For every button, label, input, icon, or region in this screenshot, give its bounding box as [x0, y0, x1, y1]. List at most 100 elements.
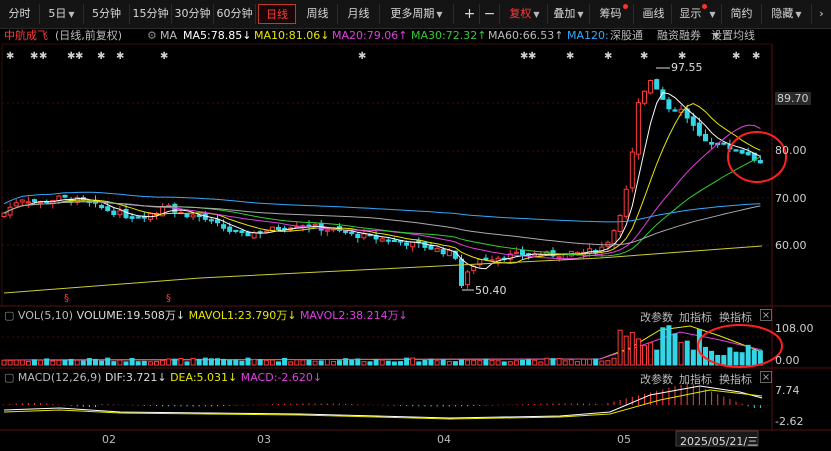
x-tick-apr: 04	[437, 433, 451, 446]
volume-bar	[739, 352, 745, 366]
volume-bar	[452, 361, 458, 366]
dividend-marker-icon: §	[166, 293, 171, 304]
volume-bar	[733, 351, 739, 366]
volume-bar	[757, 350, 763, 366]
candle-body	[184, 213, 190, 218]
candle-body	[733, 149, 739, 152]
candle-body	[434, 247, 440, 252]
volume-bar	[550, 358, 556, 366]
volume-bar	[330, 360, 336, 366]
volume-bar	[507, 361, 513, 366]
volume-bar	[86, 358, 92, 366]
volume-bar	[93, 358, 98, 366]
volume-bar	[111, 361, 117, 366]
volume-bar	[263, 359, 269, 366]
event-marker-icon: ✱	[566, 51, 574, 62]
candle-body	[1, 212, 7, 218]
volume-bar	[416, 361, 422, 366]
volume-bar	[300, 359, 306, 366]
candles-group	[1, 78, 763, 289]
candle-body	[385, 239, 391, 242]
macd-edit-params[interactable]: 改参数	[640, 371, 673, 387]
volume-bar	[526, 359, 532, 366]
volume-bar	[544, 357, 550, 366]
event-marker-icon: ✱	[39, 51, 47, 62]
candle-body	[556, 256, 562, 259]
close-icon[interactable]: ×	[760, 309, 772, 321]
volume-bar	[196, 358, 202, 366]
volume-bar	[745, 344, 751, 366]
volume-bar	[25, 361, 31, 366]
volume-bar	[593, 358, 599, 366]
volume-bar	[99, 360, 105, 366]
vol-add-indicator[interactable]: 加指标	[679, 309, 712, 325]
candle-body	[672, 109, 678, 112]
volume-bar	[62, 359, 68, 366]
volume-bar	[605, 360, 611, 366]
x-tick-may: 05	[617, 433, 631, 446]
candle-body	[141, 216, 147, 219]
volume-bar	[74, 359, 80, 366]
volume-bar	[367, 361, 373, 366]
volume-bar	[7, 359, 13, 366]
volume-bar	[233, 359, 239, 366]
x-tick-feb: 02	[102, 433, 116, 446]
candle-body	[227, 226, 233, 232]
volume-bar	[574, 361, 580, 366]
volume-bar	[385, 360, 391, 366]
event-marker-icon: ✱	[160, 51, 168, 62]
volume-bar	[239, 360, 245, 366]
volume-bar	[19, 359, 25, 366]
volume-bar	[373, 359, 379, 366]
low-price-label: 50.40	[475, 284, 507, 297]
ma5-line	[3, 92, 761, 270]
event-marker-icon: ✱	[6, 51, 14, 62]
event-marker-icon: ✱	[732, 51, 740, 62]
vol-menu-icon[interactable]: ▢	[4, 309, 14, 322]
y-tick-70: 70.00	[775, 192, 807, 205]
volume-bar	[68, 358, 74, 366]
candle-body	[605, 241, 611, 247]
mavol1-value: MAVOL1:23.790万↓	[188, 309, 297, 322]
candle-body	[513, 251, 519, 254]
candle-body	[312, 223, 318, 227]
close-icon[interactable]: ×	[760, 371, 772, 383]
volume-bar	[520, 359, 525, 366]
volume-bar	[141, 360, 147, 366]
volume-bar	[251, 358, 257, 366]
volume-bar	[446, 360, 452, 366]
vol-edit-params[interactable]: 改参数	[640, 309, 673, 325]
volume-bar	[56, 359, 62, 366]
candle-body	[239, 230, 245, 233]
volume-bar	[343, 358, 349, 366]
volume-bar	[294, 359, 300, 366]
volume-bar	[629, 331, 635, 366]
candle-body	[642, 90, 647, 104]
candle-body	[379, 238, 385, 242]
volume-bar	[154, 360, 159, 366]
macd-switch-indicator[interactable]: 换指标	[719, 371, 752, 387]
event-marker-icon: ✱	[97, 51, 105, 62]
macd-menu-icon[interactable]: ▢	[4, 371, 14, 384]
candle-body	[635, 102, 641, 155]
dif-value: DIF:3.721↓	[104, 371, 167, 384]
candle-body	[123, 208, 129, 219]
volume-bar	[434, 360, 440, 366]
volume-bar	[32, 359, 37, 366]
x-tick-mar: 03	[257, 433, 271, 446]
volume-bar	[483, 358, 489, 366]
event-marker-icon: ✱	[30, 51, 38, 62]
candle-body	[459, 258, 464, 286]
vol-switch-indicator[interactable]: 换指标	[719, 309, 752, 325]
volume-bar	[38, 359, 44, 366]
volume-bar	[50, 360, 56, 366]
candle-body	[135, 216, 141, 219]
volume-bar	[178, 357, 184, 366]
candle-body	[208, 219, 214, 222]
candle-body	[361, 233, 367, 239]
volume-bar	[215, 358, 220, 366]
volume-bar	[727, 347, 733, 366]
candle-body	[617, 215, 623, 232]
macd-add-indicator[interactable]: 加指标	[679, 371, 712, 387]
volume-bar	[398, 361, 403, 366]
